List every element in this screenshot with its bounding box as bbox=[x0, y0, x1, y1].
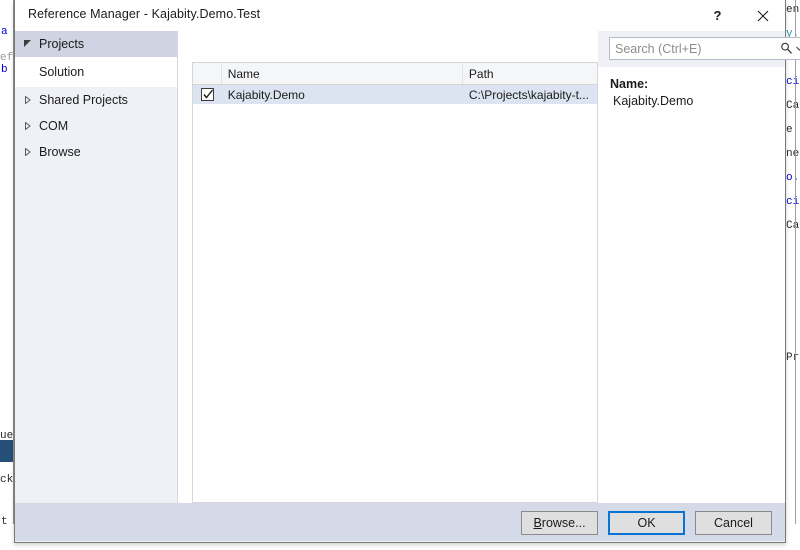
search-icon[interactable] bbox=[780, 42, 793, 55]
background-code-fragment: o. bbox=[786, 172, 800, 184]
triangle-right-icon[interactable] bbox=[21, 96, 35, 104]
sidebar-subitem-label: Solution bbox=[39, 65, 85, 79]
sidebar-item-label: Projects bbox=[39, 37, 85, 51]
background-code-fragment: ci bbox=[786, 196, 800, 208]
search-box[interactable] bbox=[609, 37, 800, 60]
background-right-hairline bbox=[795, 0, 796, 550]
row-path-cell: C:\Projects\kajabity-t... bbox=[468, 87, 589, 102]
row-name-cell: Kajabity.Demo bbox=[227, 87, 305, 102]
sidebar: Projects Solution Shared Projects COM Br… bbox=[15, 31, 178, 503]
column-header-name[interactable]: Name bbox=[222, 63, 463, 84]
screen-root: aefbueckt eny.DiociCaeneo.ciCaCPr :00:02… bbox=[0, 0, 800, 550]
background-code-fragment: Ca bbox=[786, 100, 800, 112]
column-header-checkbox[interactable] bbox=[193, 63, 222, 84]
dialog-title: Reference Manager - Kajabity.Demo.Test bbox=[28, 7, 261, 21]
triangle-down-icon[interactable] bbox=[21, 40, 35, 48]
background-code-fragment: a bbox=[1, 26, 8, 38]
background-code-fragment: e bbox=[786, 124, 793, 136]
titlebar-buttons: ? bbox=[695, 0, 785, 31]
background-code-fragment: b bbox=[1, 64, 8, 76]
sidebar-item-com[interactable]: COM bbox=[15, 113, 177, 139]
browse-button-label: Browse... bbox=[533, 516, 585, 530]
details-name-label: Name: bbox=[610, 77, 649, 91]
list-header-row: Name Path bbox=[193, 63, 597, 85]
search-input[interactable] bbox=[610, 39, 780, 58]
background-code-fragment: Pr bbox=[786, 352, 800, 364]
background-left-strip: a ef b ue ck t bbox=[0, 0, 14, 550]
cancel-button[interactable]: Cancel bbox=[695, 511, 772, 535]
details-pane: Name: Kajabity.Demo bbox=[598, 31, 800, 503]
background-code-fragment: ne bbox=[786, 148, 800, 160]
checkbox-checked-icon[interactable] bbox=[200, 88, 214, 101]
sidebar-item-projects[interactable]: Projects bbox=[15, 31, 177, 57]
browse-label-suffix: rowse... bbox=[541, 516, 586, 530]
background-code-fragment: ck bbox=[0, 474, 14, 486]
question-mark-icon: ? bbox=[713, 8, 722, 23]
details-name-value: Kajabity.Demo bbox=[613, 94, 694, 108]
sidebar-item-label: Browse bbox=[39, 145, 81, 159]
background-code-fragment: ci bbox=[786, 76, 800, 88]
dialog-body: Projects Solution Shared Projects COM Br… bbox=[15, 31, 800, 503]
search-box-icons bbox=[780, 42, 800, 55]
background-code-fragment: ef bbox=[0, 52, 14, 64]
background-right-strip: eny.DiociCaeneo.ciCaCPr bbox=[786, 0, 800, 550]
reference-list-pane: Name Path Kajabity.Demo C:\Projects\kaja… bbox=[178, 31, 598, 503]
sidebar-item-label: COM bbox=[39, 119, 69, 133]
footer-button-group: Browse... OK Cancel bbox=[521, 511, 772, 535]
details-body: Name: Kajabity.Demo bbox=[598, 67, 785, 503]
background-code-fragment: C bbox=[786, 288, 793, 300]
background-left-selection-band bbox=[0, 440, 14, 462]
browse-accel-char: B bbox=[533, 516, 542, 530]
chevron-down-icon[interactable] bbox=[796, 45, 800, 52]
sidebar-item-shared-projects[interactable]: Shared Projects bbox=[15, 87, 177, 113]
dialog-titlebar[interactable]: Reference Manager - Kajabity.Demo.Test ? bbox=[15, 0, 785, 32]
reference-manager-dialog: Reference Manager - Kajabity.Demo.Test ? bbox=[14, 0, 800, 543]
help-button[interactable]: ? bbox=[695, 0, 740, 31]
ok-button[interactable]: OK bbox=[608, 511, 685, 535]
column-header-path[interactable]: Path bbox=[463, 63, 597, 84]
dialog-footer: Browse... OK Cancel bbox=[15, 503, 785, 541]
close-button[interactable] bbox=[740, 0, 785, 31]
ok-button-label: OK bbox=[637, 516, 656, 530]
triangle-right-icon[interactable] bbox=[21, 122, 35, 130]
browse-button[interactable]: Browse... bbox=[521, 511, 598, 535]
close-icon bbox=[757, 10, 768, 21]
table-row[interactable]: Kajabity.Demo C:\Projects\kajabity-t... bbox=[193, 85, 597, 104]
sidebar-item-label: Shared Projects bbox=[39, 93, 128, 107]
sidebar-item-browse[interactable]: Browse bbox=[15, 139, 177, 165]
sidebar-subitem-solution[interactable]: Solution bbox=[15, 57, 177, 87]
reference-list: Name Path Kajabity.Demo C:\Projects\kaja… bbox=[192, 62, 597, 503]
row-checkbox-cell[interactable] bbox=[193, 85, 222, 104]
background-code-fragment: Ca bbox=[786, 220, 800, 232]
cancel-button-label: Cancel bbox=[714, 516, 753, 530]
background-code-fragment: en bbox=[786, 4, 800, 16]
triangle-right-icon[interactable] bbox=[21, 148, 35, 156]
